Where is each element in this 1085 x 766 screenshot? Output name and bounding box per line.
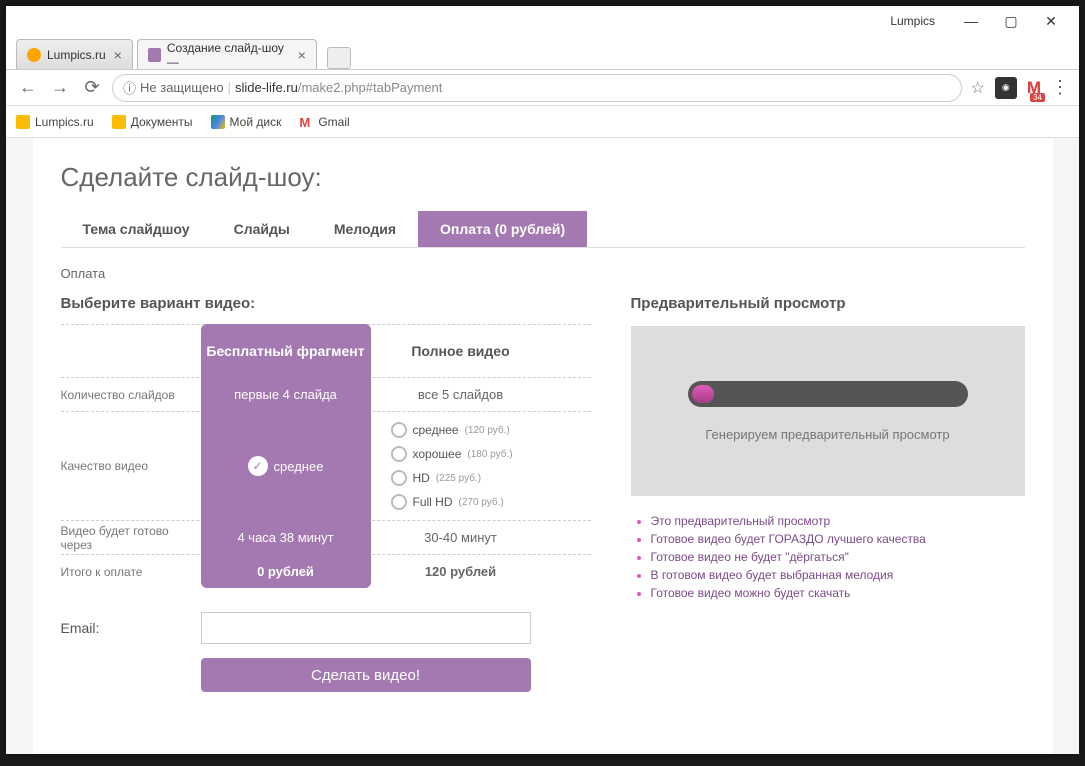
bookmark-item[interactable]: Мой диск xyxy=(211,115,282,129)
minimize-button[interactable]: — xyxy=(951,6,991,36)
quality-option[interactable]: среднее(120 руб.) xyxy=(391,422,510,438)
section-title: Оплата xyxy=(61,266,1025,281)
row-quality-label: Качество видео xyxy=(61,459,201,473)
url-host: slide-life.ru xyxy=(235,80,298,95)
bookmark-star-icon[interactable]: ☆ xyxy=(970,78,984,98)
page-tabs: Тема слайдшоу Слайды Мелодия Оплата (0 р… xyxy=(61,211,1025,248)
quality-option[interactable]: Full HD(270 руб.) xyxy=(391,494,504,510)
close-button[interactable]: ✕ xyxy=(1031,6,1071,36)
forward-button[interactable]: → xyxy=(48,77,72,98)
make-video-button[interactable]: Сделать видео! xyxy=(201,658,531,692)
address-row: ← → ⟳ ⓘ Не защищено | slide-life.ru /mak… xyxy=(6,70,1079,106)
browser-tabs-row: Lumpics.ru × Создание слайд-шоу — × xyxy=(6,36,1079,70)
preview-title: Предварительный просмотр xyxy=(631,295,1025,312)
bookmark-item[interactable]: Документы xyxy=(112,115,193,129)
quality-option[interactable]: хорошее(180 руб.) xyxy=(391,446,513,462)
tab-close-icon[interactable]: × xyxy=(114,47,122,63)
favicon-icon xyxy=(27,48,41,62)
favicon-icon xyxy=(148,48,161,62)
maximize-button[interactable]: ▢ xyxy=(991,6,1031,36)
radio-icon xyxy=(391,470,407,486)
quality-free-value: ✓ среднее xyxy=(248,456,324,476)
extension-icon[interactable]: ◉ xyxy=(995,77,1017,99)
tab-payment[interactable]: Оплата (0 рублей) xyxy=(418,211,587,247)
progress-bar xyxy=(688,381,968,407)
preview-notes: Это предварительный просмотр Готовое вид… xyxy=(631,514,1025,600)
email-field[interactable] xyxy=(201,612,531,644)
bookmark-item[interactable]: MGmail xyxy=(299,115,349,129)
price-table: Бесплатный фрагмент Полное видео Количес… xyxy=(61,324,591,588)
email-label: Email: xyxy=(61,620,201,636)
note-item: Готовое видео можно будет скачать xyxy=(651,586,1025,600)
choose-label: Выберите вариант видео: xyxy=(61,295,591,312)
check-icon: ✓ xyxy=(248,456,268,476)
address-bar[interactable]: ⓘ Не защищено | slide-life.ru /make2.php… xyxy=(112,74,962,102)
preview-box: Генерируем предварительный просмотр xyxy=(631,326,1025,496)
gmail-badge-count: 34 xyxy=(1030,93,1045,102)
quality-option[interactable]: HD(225 руб.) xyxy=(391,470,482,486)
browser-tab-active[interactable]: Создание слайд-шоу — × xyxy=(137,39,317,69)
ready-free-value: 4 часа 38 минут xyxy=(201,530,371,545)
bookmark-item[interactable]: Lumpics.ru xyxy=(16,115,94,129)
radio-icon xyxy=(391,494,407,510)
tab-theme[interactable]: Тема слайдшоу xyxy=(61,211,212,247)
preview-status: Генерируем предварительный просмотр xyxy=(705,427,949,442)
tab-label: Создание слайд-шоу — xyxy=(167,41,290,69)
total-full-value: 120 рублей xyxy=(371,556,551,587)
bookmarks-bar: Lumpics.ru Документы Мой диск MGmail xyxy=(6,106,1079,138)
row-ready-label: Видео будет готово через xyxy=(61,524,201,552)
tab-melody[interactable]: Мелодия xyxy=(312,211,418,247)
radio-icon xyxy=(391,446,407,462)
slides-free-value: первые 4 слайда xyxy=(201,387,371,402)
info-icon: ⓘ xyxy=(123,78,136,97)
note-item: Готовое видео будет ГОРАЗДО лучшего каче… xyxy=(651,532,1025,546)
menu-icon[interactable]: ⋮ xyxy=(1051,77,1069,98)
browser-tab[interactable]: Lumpics.ru × xyxy=(16,39,133,69)
back-button[interactable]: ← xyxy=(16,77,40,98)
col-free-header[interactable]: Бесплатный фрагмент xyxy=(201,333,371,369)
security-label: Не защищено xyxy=(140,80,224,95)
tab-close-icon[interactable]: × xyxy=(298,47,306,63)
progress-fill xyxy=(692,385,714,403)
col-full-header[interactable]: Полное видео xyxy=(371,333,551,369)
page-title: Сделайте слайд-шоу: xyxy=(61,162,1025,193)
tab-label: Lumpics.ru xyxy=(47,48,106,62)
row-slides-label: Количество слайдов xyxy=(61,388,201,402)
total-free-value: 0 рублей xyxy=(201,564,371,579)
row-total-label: Итого к оплате xyxy=(61,565,201,579)
tab-slides[interactable]: Слайды xyxy=(212,211,312,247)
url-path: /make2.php#tabPayment xyxy=(298,80,443,95)
gmail-extension-icon[interactable]: M 34 xyxy=(1027,78,1041,98)
radio-icon xyxy=(391,422,407,438)
note-item: В готовом видео будет выбранная мелодия xyxy=(651,568,1025,582)
ready-full-value: 30-40 минут xyxy=(371,522,551,553)
reload-button[interactable]: ⟳ xyxy=(80,77,104,98)
titlebar-label: Lumpics xyxy=(890,14,935,28)
note-item: Это предварительный просмотр xyxy=(651,514,1025,528)
note-item: Готовое видео не будет "дёргаться" xyxy=(651,550,1025,564)
new-tab-button[interactable] xyxy=(327,47,351,69)
window-titlebar: Lumpics — ▢ ✕ xyxy=(6,6,1079,36)
slides-full-value: все 5 слайдов xyxy=(371,379,551,410)
